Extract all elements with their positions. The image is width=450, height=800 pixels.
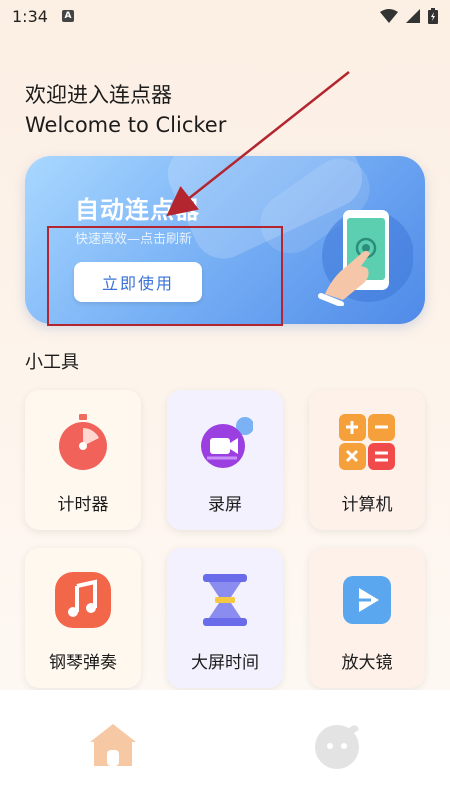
tool-label: 放大镜: [341, 653, 393, 673]
welcome-header: 欢迎进入连点器 Welcome to Clicker: [25, 80, 226, 140]
tool-calculator[interactable]: 计算机: [309, 390, 425, 530]
tool-label: 录屏: [208, 495, 242, 515]
tool-magnifier[interactable]: 放大镜: [309, 548, 425, 688]
magnifier-play-icon: [343, 576, 391, 624]
tool-label: 大屏时间: [191, 653, 259, 673]
home-icon: [89, 724, 136, 766]
hourglass-icon: [203, 574, 247, 626]
tool-piano[interactable]: 钢琴弹奏: [25, 548, 141, 688]
tool-label: 计算机: [341, 495, 393, 515]
signal-icon: [406, 9, 420, 23]
tool-screen-record[interactable]: 录屏: [167, 390, 283, 530]
screen: 1:34 A 欢迎进入连点器 Welcome to Clicker 自动连点器 …: [0, 0, 450, 800]
status-bar: 1:34 A: [0, 0, 450, 32]
mascot-face-icon: [314, 725, 359, 769]
stopwatch-icon: [59, 414, 107, 470]
notification-icon: A: [61, 10, 74, 22]
tools-grid: 计时器 录屏 计算机 钢琴弹奏 大屏时间 放大镜: [25, 390, 425, 688]
tool-timer[interactable]: 计时器: [25, 390, 141, 530]
auto-clicker-banner[interactable]: 自动连点器 快速高效—点击刷新 立即使用: [25, 156, 425, 324]
nav-home[interactable]: [85, 717, 141, 773]
status-time: 1:34: [12, 6, 48, 26]
calculator-icon: [339, 414, 395, 470]
music-note-icon: [55, 572, 111, 628]
wifi-icon: [380, 9, 398, 23]
battery-icon: [428, 8, 438, 24]
phone-tap-illustration-icon: [318, 210, 413, 306]
bottom-nav: [0, 690, 450, 800]
tool-label: 钢琴弹奏: [49, 653, 117, 673]
screen-record-icon: [201, 417, 253, 468]
welcome-title-cn: 欢迎进入连点器: [25, 83, 172, 107]
tool-label: 计时器: [57, 495, 109, 515]
tools-section-title: 小工具: [25, 352, 79, 373]
nav-profile[interactable]: [310, 717, 366, 773]
welcome-title-en: Welcome to Clicker: [25, 113, 227, 137]
use-now-button[interactable]: 立即使用: [74, 262, 202, 302]
status-icons: [380, 8, 438, 24]
tool-big-screen-time[interactable]: 大屏时间: [167, 548, 283, 688]
banner-title: 自动连点器: [75, 196, 200, 224]
banner-subtitle: 快速高效—点击刷新: [75, 232, 193, 247]
